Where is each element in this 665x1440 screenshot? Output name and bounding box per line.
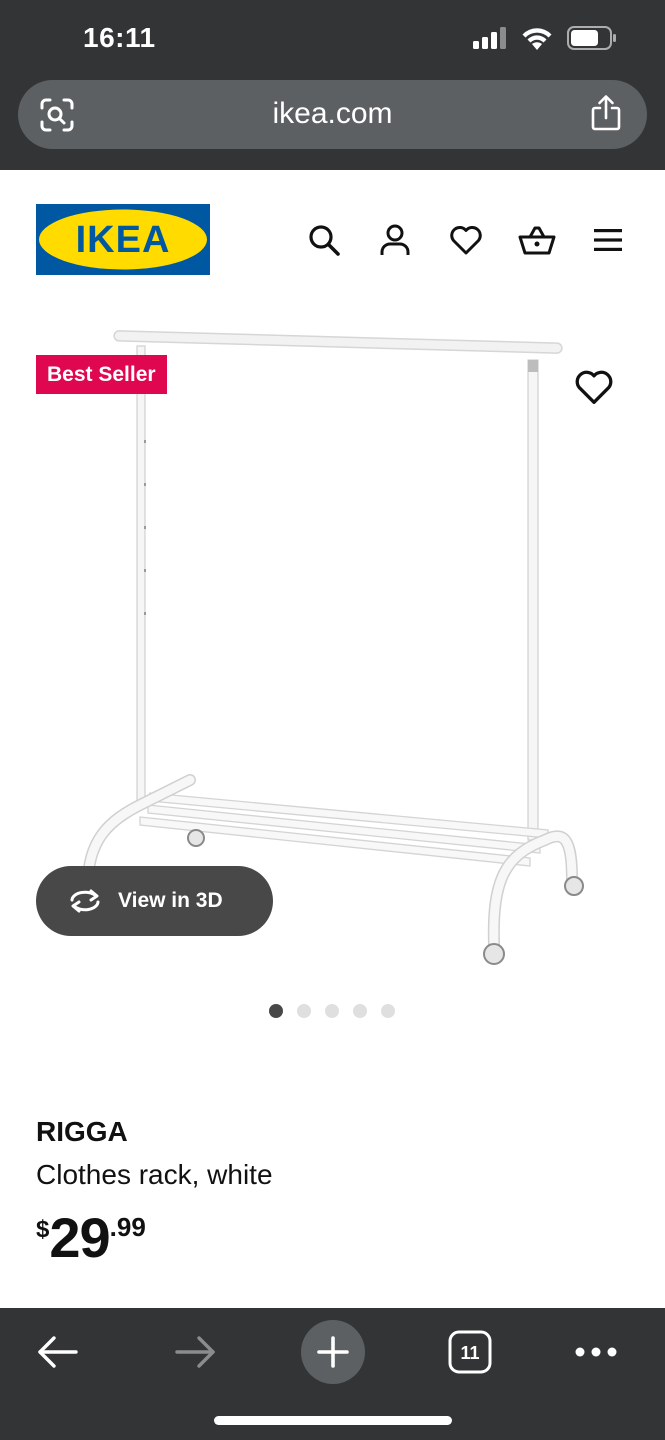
status-icons — [473, 26, 617, 50]
more-icon — [575, 1347, 617, 1357]
heart-icon — [575, 370, 613, 404]
ikea-logo-text: IKEA — [76, 219, 171, 261]
ikea-logo[interactable]: IKEA — [36, 204, 210, 275]
menu-icon — [593, 229, 622, 251]
header-nav — [288, 218, 643, 262]
price-integer: 29 — [49, 1206, 110, 1269]
address-bar[interactable]: ikea.com — [18, 80, 647, 149]
url-text: ikea.com — [272, 97, 393, 130]
carousel-dot-3[interactable] — [325, 1004, 339, 1018]
tabs-icon: 11 — [448, 1330, 492, 1374]
tab-count: 11 — [460, 1343, 479, 1363]
carousel-dot-1[interactable] — [269, 1004, 283, 1018]
rotate-3d-icon — [70, 889, 100, 913]
product-name: RIGGA — [36, 1116, 128, 1147]
battery-icon — [567, 26, 616, 50]
account-icon — [380, 224, 409, 255]
menu-button[interactable] — [572, 218, 643, 262]
home-indicator[interactable] — [214, 1416, 452, 1425]
search-icon — [308, 225, 340, 256]
search-button[interactable] — [288, 218, 359, 262]
product-description: Clothes rack, white — [36, 1159, 273, 1190]
forward-button[interactable] — [165, 1320, 225, 1384]
cellular-signal-icon — [473, 27, 506, 49]
favorites-button[interactable] — [430, 218, 501, 262]
back-button[interactable] — [28, 1320, 88, 1384]
cart-button[interactable] — [501, 218, 572, 262]
more-options-button[interactable] — [570, 1320, 622, 1384]
cart-icon — [518, 226, 555, 255]
add-to-favorites-button[interactable] — [574, 368, 614, 408]
browser-top-chrome: 16:11 ikea.com — [0, 0, 665, 170]
account-button[interactable] — [359, 218, 430, 262]
product-price: $ 29 .99 — [36, 1208, 146, 1268]
back-arrow-icon — [38, 1336, 78, 1368]
carousel-dot-5[interactable] — [381, 1004, 395, 1018]
new-tab-button[interactable] — [301, 1320, 365, 1384]
best-seller-badge: Best Seller — [36, 355, 167, 394]
price-decimal: .99 — [109, 1212, 146, 1242]
share-icon[interactable] — [589, 94, 623, 132]
wifi-icon — [522, 28, 552, 50]
view-in-3d-button[interactable]: View in 3D — [36, 866, 273, 936]
price-currency: $ — [36, 1216, 50, 1243]
forward-arrow-icon — [175, 1336, 215, 1368]
carousel-dot-2[interactable] — [297, 1004, 311, 1018]
plus-icon — [301, 1320, 365, 1384]
view-in-3d-label: View in 3D — [118, 889, 223, 912]
tabs-button[interactable]: 11 — [447, 1320, 493, 1384]
status-time: 16:11 — [83, 22, 156, 53]
carousel-dot-4[interactable] — [353, 1004, 367, 1018]
image-carousel-dots — [269, 1004, 395, 1018]
ikea-logo-mark: IKEA — [36, 204, 210, 275]
heart-icon — [449, 226, 482, 255]
